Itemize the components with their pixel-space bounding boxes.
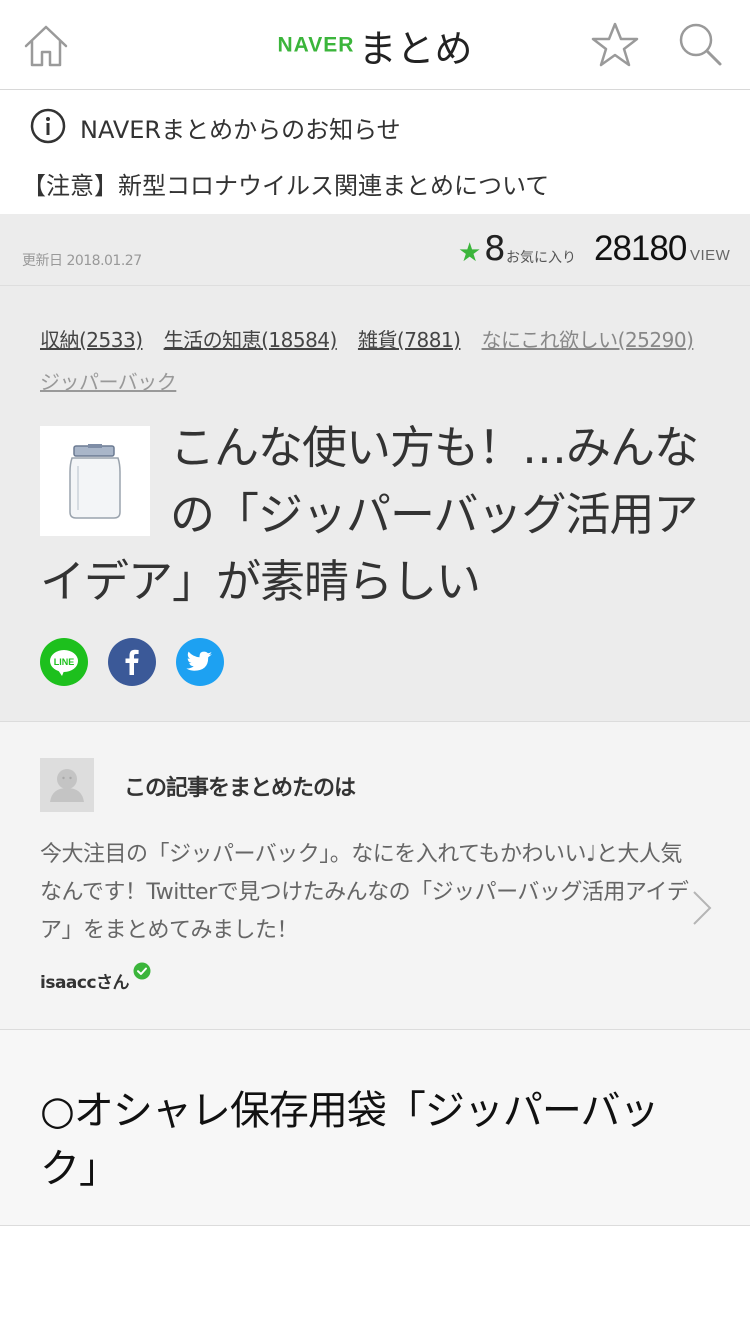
tag-link[interactable]: 収納(2533): [40, 328, 143, 352]
search-icon[interactable]: [676, 20, 724, 68]
update-date: 更新日 2018.01.27: [22, 253, 142, 269]
view-count: 28180: [594, 229, 687, 268]
section-title: ○オシャレ保存用袋「ジッパーバック」: [40, 1088, 660, 1192]
author-description: 今大注目の「ジッパーバック」。なにを入れてもかわいい♩と大人気なんです！Twit…: [40, 842, 689, 943]
chevron-right-icon[interactable]: [690, 888, 714, 928]
star-outline-icon[interactable]: [590, 20, 640, 70]
svg-text:LINE: LINE: [54, 657, 75, 667]
tag-link[interactable]: なにこれ欲しい(25290): [482, 328, 694, 352]
info-icon: [30, 108, 66, 144]
favorite-count: 8: [484, 229, 506, 269]
view-label: VIEW: [690, 247, 731, 264]
notice-link[interactable]: 【注意】新型コロナウイルス関連まとめについて: [22, 166, 549, 201]
line-share-button[interactable]: LINE: [40, 638, 88, 686]
favorite-star-icon: ★: [458, 238, 482, 268]
article-title: こんな使い方も！…みんなの「ジッパーバッグ活用アイデア」が素晴らしい: [40, 421, 699, 608]
author-name[interactable]: isaaccさん: [40, 968, 130, 993]
author-heading: この記事をまとめたのは: [124, 776, 356, 801]
author-card[interactable]: この記事をまとめたのは 今大注目の「ジッパーバック」。なにを入れてもかわいい♩と…: [0, 722, 750, 1030]
avatar: [40, 758, 94, 812]
logo-brand: NAVER: [277, 33, 355, 57]
facebook-share-button[interactable]: [108, 638, 156, 686]
tag-link[interactable]: 雑貨(7881): [358, 328, 461, 352]
tag-link[interactable]: ジッパーバック: [40, 370, 177, 394]
logo-product: まとめ: [358, 27, 473, 71]
verified-check-icon: [133, 962, 151, 980]
favorite-label: お気に入り: [506, 250, 576, 266]
notice-panel: NAVERまとめからのお知らせ 【注意】新型コロナウイルス関連まとめについて: [0, 90, 750, 214]
tag-list: 収納(2533) 生活の知恵(18584) 雑貨(7881) なにこれ欲しい(2…: [40, 320, 720, 404]
notice-title: NAVERまとめからのお知らせ: [80, 116, 401, 144]
tag-link[interactable]: 生活の知恵(18584): [164, 328, 338, 352]
content-section: ○オシャレ保存用袋「ジッパーバック」: [0, 1030, 750, 1226]
stats-bar: 更新日 2018.01.27 ★ 8 お気に入り 28180 VIEW: [0, 214, 750, 286]
twitter-share-button[interactable]: [176, 638, 224, 686]
article-header: 収納(2533) 生活の知恵(18584) 雑貨(7881) なにこれ欲しい(2…: [0, 286, 750, 722]
app-header: NAVER まとめ: [0, 0, 750, 90]
